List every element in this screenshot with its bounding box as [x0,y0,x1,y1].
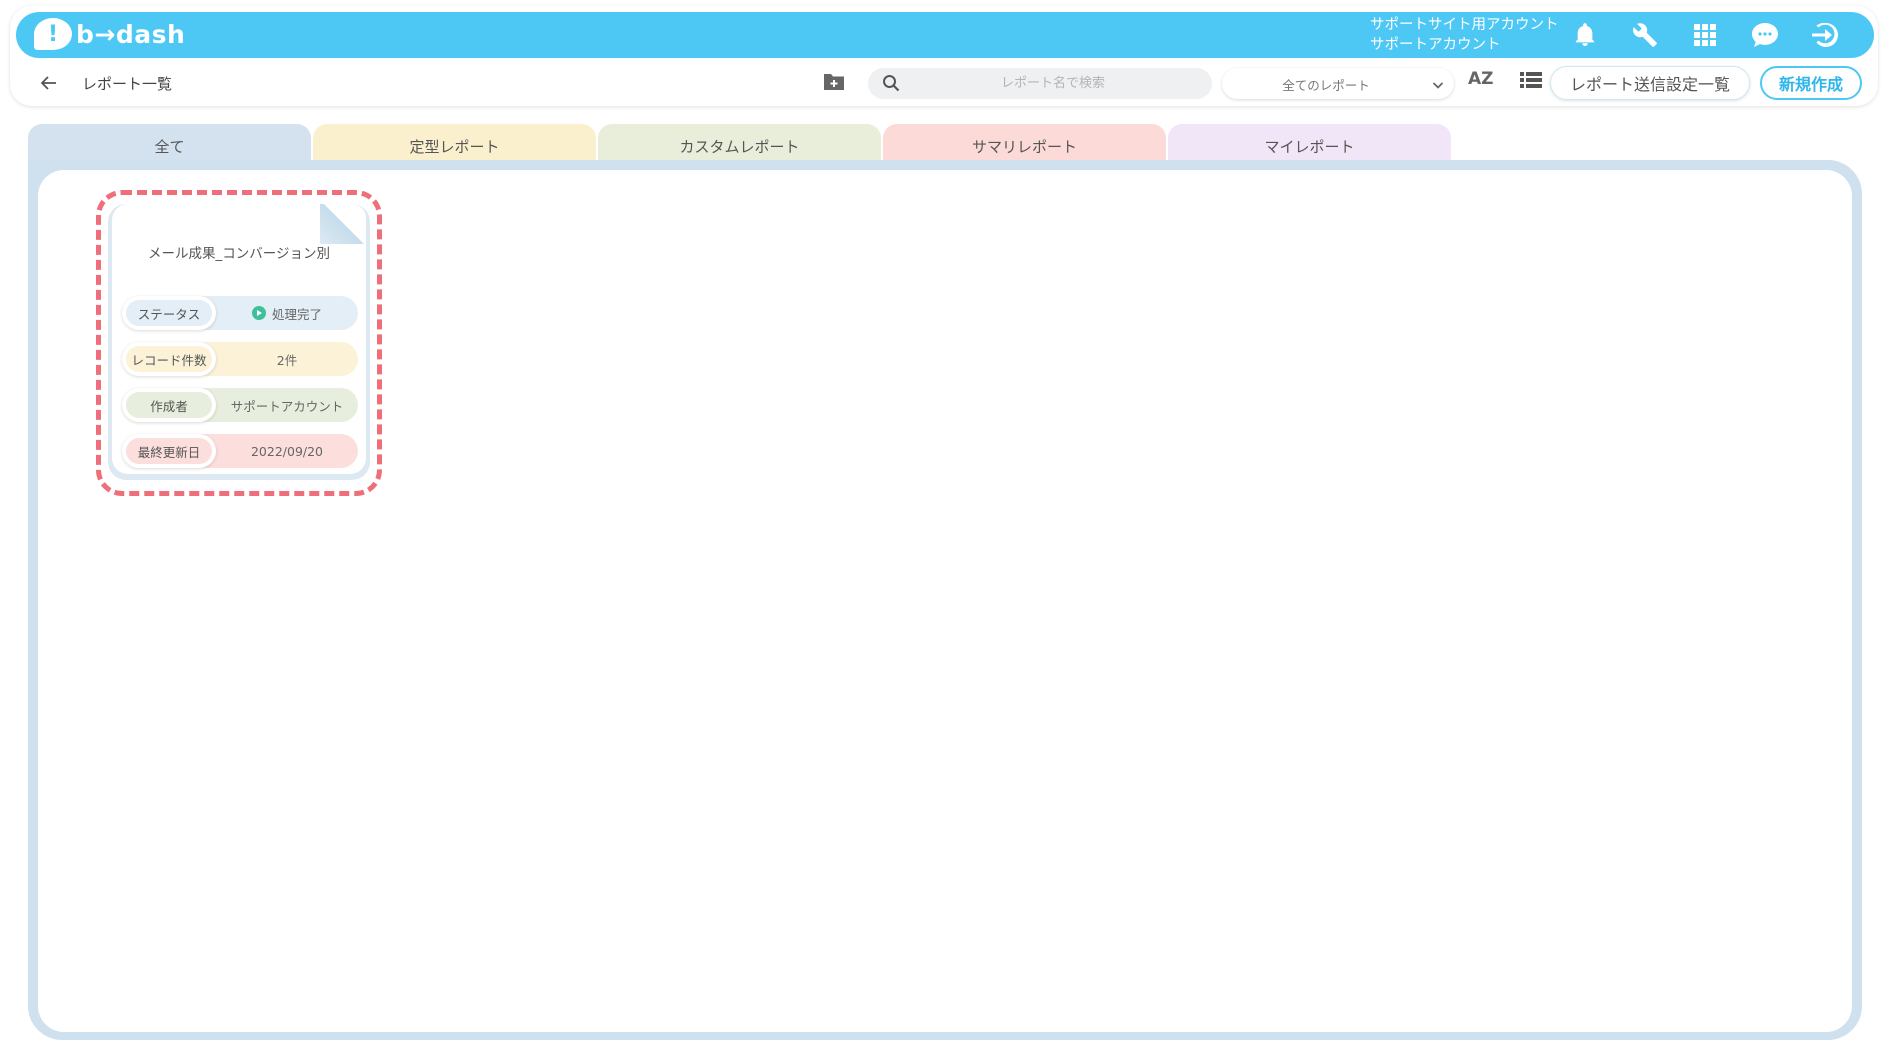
page-fold-icon [320,204,366,244]
page-title: レポート一覧 [82,75,173,93]
logo-mark: ! [34,18,72,50]
record-count-label: レコード件数 [126,346,212,372]
creator-row: 作成者 サポートアカウント [122,388,358,422]
toolbar: レポート一覧 全てのレポート AZ レポート送信設定一覧 新規作成 [10,62,1878,104]
tab-custom-report[interactable]: カスタムレポート [598,124,881,164]
record-count-value: 2件 [276,352,298,368]
wrench-icon[interactable] [1628,16,1662,54]
bell-icon[interactable] [1568,16,1602,54]
status-text: 処理完了 [271,306,322,322]
creator-label: 作成者 [126,392,212,418]
creator-label-pill: 作成者 [122,388,216,422]
chat-bubble-icon[interactable] [1748,16,1782,54]
report-card[interactable]: メール成果_コンバージョン別 ステータス 処理完了 レコード件数 2件 作成者 … [108,204,370,480]
record-count-label-pill: レコード件数 [122,342,216,376]
report-tabs: 全て 定型レポート カスタムレポート サマリレポート マイレポート [28,124,1451,164]
top-icons [1568,16,1842,54]
top-bar: ! b→dash サポートサイト用アカウント サポートアカウント [16,12,1874,58]
report-card-title: メール成果_コンバージョン別 [148,246,330,262]
record-count-row: レコード件数 2件 [122,342,358,376]
report-filter-select[interactable]: 全てのレポート [1222,68,1454,99]
creator-value: サポートアカウント [230,398,344,414]
account-info[interactable]: サポートサイト用アカウント サポートアカウント [1370,15,1559,55]
sort-az-button[interactable]: AZ [1468,69,1498,97]
search-icon [882,74,900,96]
account-name: サポートサイト用アカウント [1370,17,1559,33]
filter-selected-value: 全てのレポート [1282,78,1370,93]
tab-my-report[interactable]: マイレポート [1168,124,1451,164]
list-view-icon[interactable] [1520,71,1544,95]
status-value: 処理完了 [216,296,358,330]
search-box[interactable] [868,68,1212,99]
user-name: サポートアカウント [1370,37,1501,53]
report-status-row: ステータス 処理完了 [122,296,358,330]
apps-grid-icon[interactable] [1688,16,1722,54]
back-arrow-icon[interactable] [36,70,62,96]
play-circle-icon [251,306,266,320]
sort-az-label: AZ [1468,69,1494,89]
last-updated-value: 2022/09/20 [250,443,324,459]
logo-text: b→dash [76,19,186,49]
add-folder-icon[interactable] [822,72,848,94]
report-send-settings-button[interactable]: レポート送信設定一覧 [1550,66,1750,100]
last-updated-label: 最終更新日 [126,438,212,464]
status-label: ステータス [126,300,212,326]
status-label-pill: ステータス [122,296,216,330]
report-card-sheet: メール成果_コンバージョン別 ステータス 処理完了 レコード件数 2件 作成者 … [112,204,366,474]
tab-all[interactable]: 全て [28,124,311,164]
last-updated-row: 最終更新日 2022/09/20 [122,434,358,468]
logo[interactable]: ! b→dash [34,18,185,50]
new-report-button[interactable]: 新規作成 [1760,66,1862,100]
chevron-down-icon [1432,76,1444,95]
tab-standard-report[interactable]: 定型レポート [313,124,596,164]
search-input[interactable] [908,68,1198,99]
last-updated-label-pill: 最終更新日 [122,434,216,468]
logout-icon[interactable] [1808,16,1842,54]
tab-summary-report[interactable]: サマリレポート [883,124,1166,164]
